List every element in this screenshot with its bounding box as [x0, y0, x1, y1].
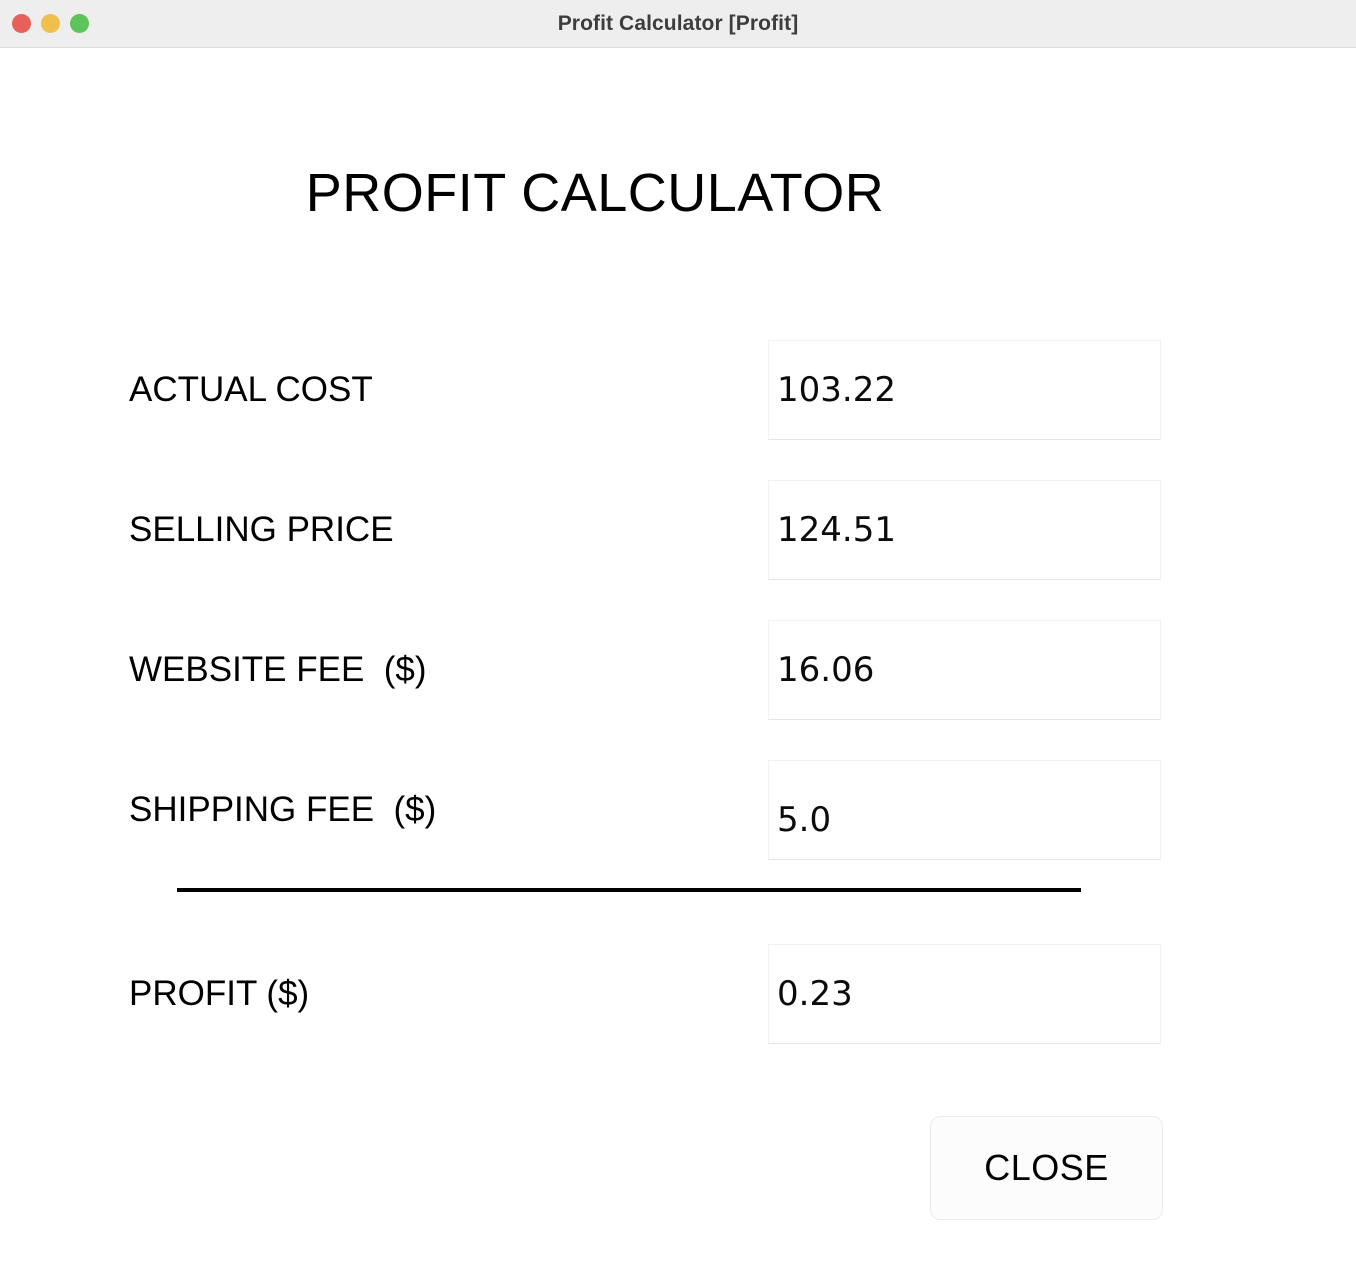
label-actual-cost: ACTUAL COST: [129, 370, 373, 409]
close-button-label: CLOSE: [984, 1147, 1109, 1188]
value-profit: 0.23: [777, 974, 853, 1014]
value-actual-cost: 103.22: [777, 370, 896, 410]
value-shipping-fee: 5.0: [777, 800, 832, 840]
input-selling-price[interactable]: 124.51: [768, 480, 1161, 580]
window-minimize-icon[interactable]: [41, 14, 60, 33]
label-selling-price: SELLING PRICE: [129, 510, 394, 549]
label-profit: PROFIT ($): [129, 974, 310, 1013]
app-content: PROFIT CALCULATOR ACTUAL COST 103.22 SEL…: [0, 48, 1356, 1262]
input-actual-cost[interactable]: 103.22: [768, 340, 1161, 440]
window-maximize-icon[interactable]: [70, 14, 89, 33]
input-shipping-fee[interactable]: 5.0: [768, 760, 1161, 860]
value-selling-price: 124.51: [777, 510, 896, 550]
form-row-website-fee: WEBSITE FEE ($) 16.06: [0, 620, 1356, 720]
form-row-profit: PROFIT ($) 0.23: [0, 944, 1356, 1044]
page-title: PROFIT CALCULATOR: [305, 163, 885, 223]
form-row-actual-cost: ACTUAL COST 103.22: [0, 340, 1356, 440]
window-close-icon[interactable]: [12, 14, 31, 33]
label-website-fee: WEBSITE FEE ($): [129, 650, 427, 689]
input-website-fee[interactable]: 16.06: [768, 620, 1161, 720]
label-shipping-fee: SHIPPING FEE ($): [129, 790, 437, 829]
form-row-selling-price: SELLING PRICE 124.51: [0, 480, 1356, 580]
window-title: Profit Calculator [Profit]: [557, 11, 799, 35]
value-website-fee: 16.06: [777, 650, 875, 690]
form-row-shipping-fee: SHIPPING FEE ($) 5.0: [0, 760, 1356, 860]
window-titlebar: Profit Calculator [Profit]: [0, 0, 1356, 48]
totals-divider: [177, 888, 1081, 892]
window-controls: [12, 0, 89, 47]
output-profit[interactable]: 0.23: [768, 944, 1161, 1044]
close-button[interactable]: CLOSE: [930, 1116, 1163, 1220]
